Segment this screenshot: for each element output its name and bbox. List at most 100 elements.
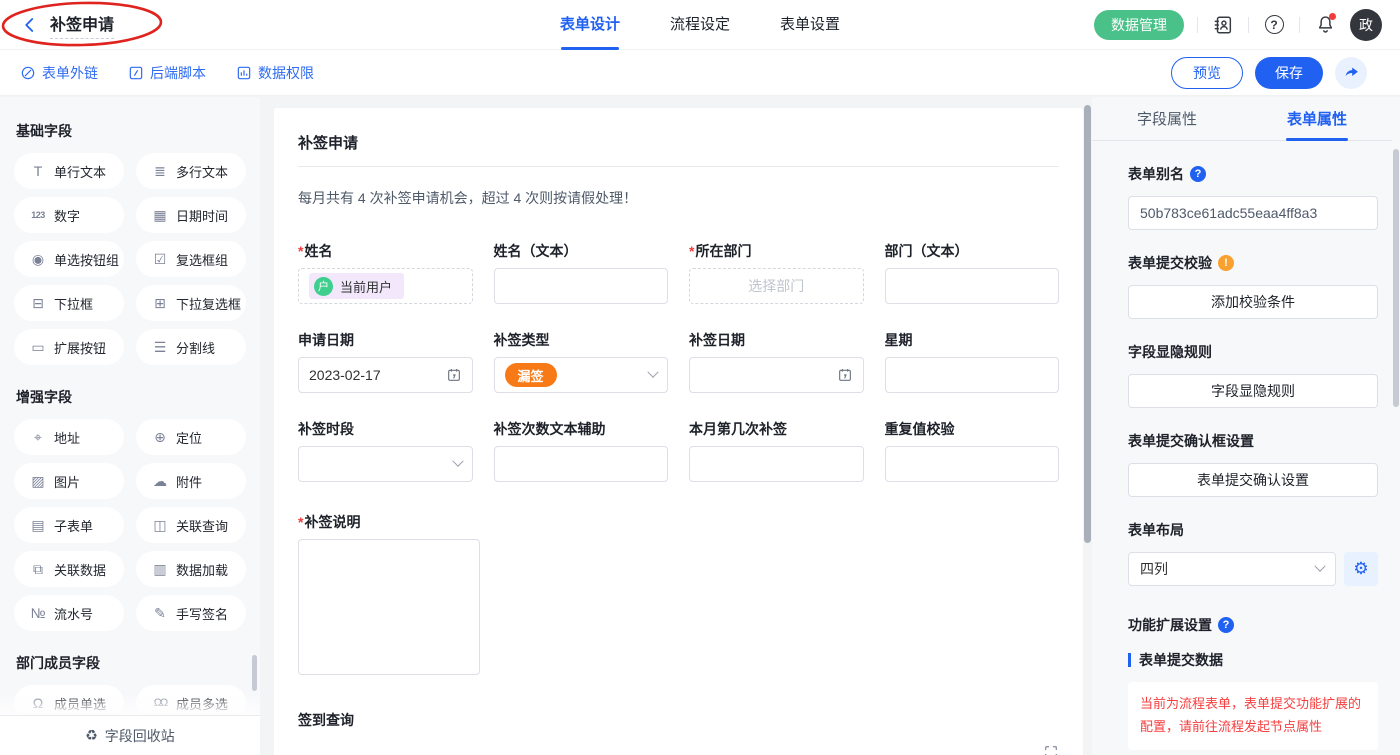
- layout-gear-button[interactable]: ⚙: [1344, 552, 1378, 586]
- section-basic-fields: 基础字段: [16, 121, 246, 141]
- divider: [1197, 17, 1198, 33]
- canvas-scrollbar-thumb[interactable]: [1084, 105, 1091, 543]
- image-icon: ▨: [29, 473, 47, 490]
- header-left: 补签申请: [0, 11, 114, 39]
- help-badge-icon[interactable]: ?: [1218, 617, 1234, 633]
- panel-scrollbar-track[interactable]: [1392, 97, 1400, 755]
- save-button[interactable]: 保存: [1255, 57, 1323, 89]
- calendar-icon: [446, 367, 462, 383]
- field-sign-type[interactable]: 补签类型 漏签: [494, 330, 669, 393]
- canvas-scrollbar-track[interactable]: [1083, 97, 1092, 755]
- form-description[interactable]: 每月共有 4 次补签申请机会，超过 4 次则按请假处理！: [298, 188, 1059, 208]
- field-sign-date[interactable]: 补签日期: [689, 330, 864, 393]
- field-weekday[interactable]: 星期: [885, 330, 1060, 393]
- field-item-divider-line[interactable]: ☰分割线: [136, 329, 246, 365]
- expand-icon[interactable]: [1043, 744, 1059, 755]
- field-month-count[interactable]: 本月第几次补签: [689, 419, 864, 482]
- sidebar-scrollbar[interactable]: [252, 655, 257, 691]
- multi-select-icon: ⊞: [151, 295, 169, 312]
- field-item-checkbox-group[interactable]: ☑复选框组: [136, 241, 246, 277]
- form-alias-input[interactable]: 50b783ce61adc55eaa4ff8a3: [1128, 196, 1378, 230]
- layout-select[interactable]: 四列: [1128, 552, 1336, 586]
- field-name[interactable]: *姓名 户 当前用户: [298, 241, 473, 304]
- preview-button[interactable]: 预览: [1171, 57, 1243, 89]
- field-item-serial-number[interactable]: №流水号: [14, 595, 124, 631]
- add-validation-button[interactable]: 添加校验条件: [1128, 285, 1378, 319]
- canvas-form-title[interactable]: 补签申请: [298, 132, 1059, 167]
- form-alias-label: 表单别名 ?: [1128, 164, 1378, 184]
- field-item-extend-button[interactable]: ▭扩展按钮: [14, 329, 124, 365]
- weekday-input[interactable]: [885, 357, 1060, 393]
- share-button[interactable]: [1335, 57, 1367, 89]
- divider-line-icon: ☰: [151, 339, 169, 356]
- name-field-control[interactable]: 户 当前用户: [298, 268, 473, 304]
- help-icon[interactable]: ?: [1262, 13, 1286, 37]
- field-item-linked-data[interactable]: ⧉关联数据: [14, 551, 124, 587]
- field-sign-description[interactable]: *补签说明: [298, 512, 1059, 675]
- sidebar-fade: [0, 693, 260, 715]
- sign-date-input[interactable]: [689, 357, 864, 393]
- field-duplicate-check[interactable]: 重复值校验: [885, 419, 1060, 482]
- serial-number-icon: №: [29, 605, 47, 621]
- script-icon: [128, 65, 144, 81]
- field-item-select[interactable]: ⊟下拉框: [14, 285, 124, 321]
- sign-period-select[interactable]: [298, 446, 473, 482]
- field-item-attachment[interactable]: ☁附件: [136, 463, 246, 499]
- field-item-number[interactable]: 123数字: [14, 197, 124, 233]
- field-department[interactable]: *所在部门 选择部门: [689, 241, 864, 304]
- panel-scrollbar-thumb[interactable]: [1393, 149, 1399, 407]
- user-avatar[interactable]: 政: [1350, 9, 1382, 41]
- calendar-icon: [837, 367, 853, 383]
- sign-type-select[interactable]: 漏签: [494, 357, 669, 393]
- field-item-single-line-text[interactable]: T单行文本: [14, 153, 124, 189]
- data-permission-button[interactable]: 数据权限: [236, 63, 314, 83]
- help-badge-icon[interactable]: ?: [1190, 166, 1206, 182]
- submit-confirm-button[interactable]: 表单提交确认设置: [1128, 463, 1378, 497]
- department-picker[interactable]: 选择部门: [689, 268, 864, 304]
- field-item-image[interactable]: ▨图片: [14, 463, 124, 499]
- submit-data-subheader: 表单提交数据: [1128, 650, 1378, 670]
- form-external-link-button[interactable]: 表单外链: [20, 63, 98, 83]
- field-item-multi-select[interactable]: ⊞下拉复选框: [136, 285, 246, 321]
- backend-script-button[interactable]: 后端脚本: [128, 63, 206, 83]
- field-item-address[interactable]: ⌖地址: [14, 419, 124, 455]
- field-item-linked-query[interactable]: ◫关联查询: [136, 507, 246, 543]
- field-item-radio-group[interactable]: ◉单选按钮组: [14, 241, 124, 277]
- linked-data-icon: ⧉: [29, 561, 47, 578]
- visibility-rules-button[interactable]: 字段显隐规则: [1128, 374, 1378, 408]
- enhanced-fields-grid: ⌖地址 ⊕定位 ▨图片 ☁附件 ▤子表单 ◫关联查询 ⧉关联数据 ▥数据加载 №…: [14, 419, 246, 631]
- form-name-title[interactable]: 补签申请: [50, 11, 114, 39]
- field-item-data-load[interactable]: ▥数据加载: [136, 551, 246, 587]
- tab-flow-setting[interactable]: 流程设定: [670, 0, 730, 50]
- tab-form-setting[interactable]: 表单设置: [780, 0, 840, 50]
- number-icon: 123: [29, 210, 47, 220]
- data-manage-button[interactable]: 数据管理: [1094, 10, 1184, 40]
- tab-form-properties[interactable]: 表单属性: [1242, 97, 1392, 140]
- current-user-tag: 户 当前用户: [309, 273, 404, 299]
- field-name-text[interactable]: 姓名（文本）: [494, 241, 669, 304]
- name-text-input[interactable]: [494, 268, 669, 304]
- sign-count-helper-input[interactable]: [494, 446, 669, 482]
- field-sign-period[interactable]: 补签时段: [298, 419, 473, 482]
- tab-field-properties[interactable]: 字段属性: [1092, 97, 1242, 140]
- apply-date-input[interactable]: 2023-02-17: [298, 357, 473, 393]
- recycle-icon: ♻: [85, 727, 98, 744]
- contact-book-icon[interactable]: [1211, 13, 1235, 37]
- divider: [1248, 17, 1249, 33]
- month-count-input[interactable]: [689, 446, 864, 482]
- tab-form-design[interactable]: 表单设计: [560, 0, 620, 50]
- field-item-location[interactable]: ⊕定位: [136, 419, 246, 455]
- back-button[interactable]: [20, 15, 40, 35]
- field-item-subform[interactable]: ▤子表单: [14, 507, 124, 543]
- sign-description-textarea[interactable]: [298, 539, 480, 675]
- field-item-handwritten-signature[interactable]: ✎手写签名: [136, 595, 246, 631]
- field-department-text[interactable]: 部门（文本）: [885, 241, 1060, 304]
- duplicate-check-input[interactable]: [885, 446, 1060, 482]
- field-item-multi-line-text[interactable]: ≣多行文本: [136, 153, 246, 189]
- notification-bell-icon[interactable]: [1313, 13, 1337, 37]
- department-text-input[interactable]: [885, 268, 1060, 304]
- field-recycle-bin-button[interactable]: ♻ 字段回收站: [0, 715, 260, 755]
- field-apply-date[interactable]: 申请日期 2023-02-17: [298, 330, 473, 393]
- field-sign-count-helper[interactable]: 补签次数文本辅助: [494, 419, 669, 482]
- field-item-datetime[interactable]: ▦日期时间: [136, 197, 246, 233]
